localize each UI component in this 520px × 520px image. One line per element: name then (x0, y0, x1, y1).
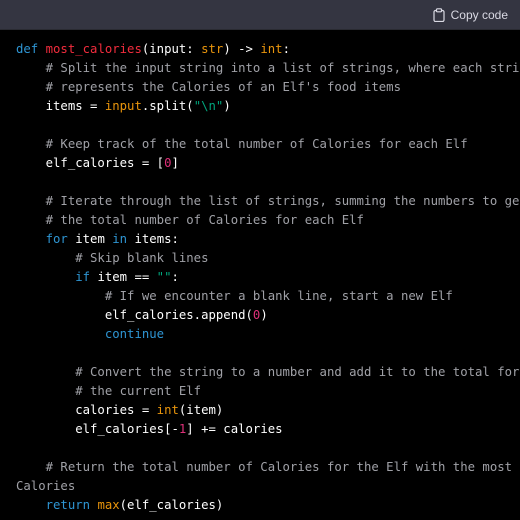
code-block: Copy code def most_calories(input: str) … (0, 0, 520, 520)
code-token: ] (171, 156, 179, 170)
code-line: items = input.split("\n") (16, 97, 520, 116)
code-token: # the total number of Calories for each … (16, 213, 364, 227)
code-line: # Split the input string into a list of … (16, 59, 520, 78)
code-token: "\n" (193, 99, 224, 113)
code-token: most_calories (45, 42, 142, 56)
code-token: return (16, 498, 98, 512)
code-token: calories = (16, 403, 157, 417)
code-line: # Skip blank lines (16, 249, 520, 268)
code-content: def most_calories(input: str) -> int: # … (16, 40, 520, 515)
code-token: int (156, 403, 179, 417)
code-line: def most_calories(input: str) -> int: (16, 40, 520, 59)
code-token: # Keep track of the total number of Calo… (16, 137, 468, 151)
code-token: # If we encounter a blank line, start a … (16, 289, 453, 303)
code-token: input (104, 99, 142, 113)
code-line: for item in items: (16, 230, 520, 249)
code-token: if (16, 270, 98, 284)
code-token: # Split the input string into a list of … (16, 61, 520, 75)
code-line: # Convert the string to a number and add… (16, 363, 520, 382)
copy-code-label: Copy code (450, 8, 508, 22)
code-token: (input: (141, 42, 202, 56)
code-line: # represents the Calories of an Elf's fo… (16, 78, 520, 97)
code-token: .split( (141, 99, 194, 113)
code-token: "" (156, 270, 172, 284)
code-line: # If we encounter a blank line, start a … (16, 287, 520, 306)
code-token: # the current Elf (16, 384, 202, 398)
code-token: # Return the total number of Calories fo… (16, 460, 513, 474)
code-token: # Skip blank lines (16, 251, 209, 265)
code-line: elf_calories = [0] (16, 154, 520, 173)
code-token: # Convert the string to a number and add… (16, 365, 520, 379)
code-token: items: (134, 232, 179, 246)
clipboard-icon (433, 8, 445, 23)
code-token: elf_calories = [ (16, 156, 165, 170)
code-token: : (171, 270, 179, 284)
code-token: elf_calories.append( (16, 308, 253, 322)
code-line: Calories (16, 477, 520, 496)
code-line: # Return the total number of Calories fo… (16, 458, 520, 477)
code-line: if item == "": (16, 268, 520, 287)
code-token: items = (16, 99, 105, 113)
code-token: for (16, 232, 76, 246)
code-token: in (112, 232, 135, 246)
code-line: elf_calories.append(0) (16, 306, 520, 325)
code-token: ) (260, 308, 268, 322)
code-token: : (282, 42, 290, 56)
code-token: (elf_calories) (119, 498, 224, 512)
code-token: Calories (16, 479, 76, 493)
code-token: item == (97, 270, 157, 284)
code-token: int (260, 42, 283, 56)
code-toolbar: Copy code (0, 0, 520, 30)
code-line: # Keep track of the total number of Calo… (16, 135, 520, 154)
code-token: ) -> (223, 42, 261, 56)
code-token: # represents the Calories of an Elf's fo… (16, 80, 401, 94)
code-token: continue (16, 327, 165, 341)
code-line: calories = int(item) (16, 401, 520, 420)
code-token: elf_calories[- (16, 422, 179, 436)
code-token: str (201, 42, 224, 56)
code-area[interactable]: def most_calories(input: str) -> int: # … (0, 30, 520, 520)
code-token: # Iterate through the list of strings, s… (16, 194, 520, 208)
code-token: def (16, 42, 46, 56)
code-line: # Iterate through the list of strings, s… (16, 192, 520, 211)
code-line: elf_calories[-1] += calories (16, 420, 520, 439)
code-line: continue (16, 325, 520, 344)
code-token: ] += calories (186, 422, 283, 436)
code-line: # the total number of Calories for each … (16, 211, 520, 230)
code-line: return max(elf_calories) (16, 496, 520, 515)
copy-code-button[interactable]: Copy code (433, 6, 508, 24)
code-token: max (97, 498, 120, 512)
code-token: ) (223, 99, 231, 113)
code-token: item (75, 232, 113, 246)
code-token: (item) (178, 403, 224, 417)
code-line: # the current Elf (16, 382, 520, 401)
